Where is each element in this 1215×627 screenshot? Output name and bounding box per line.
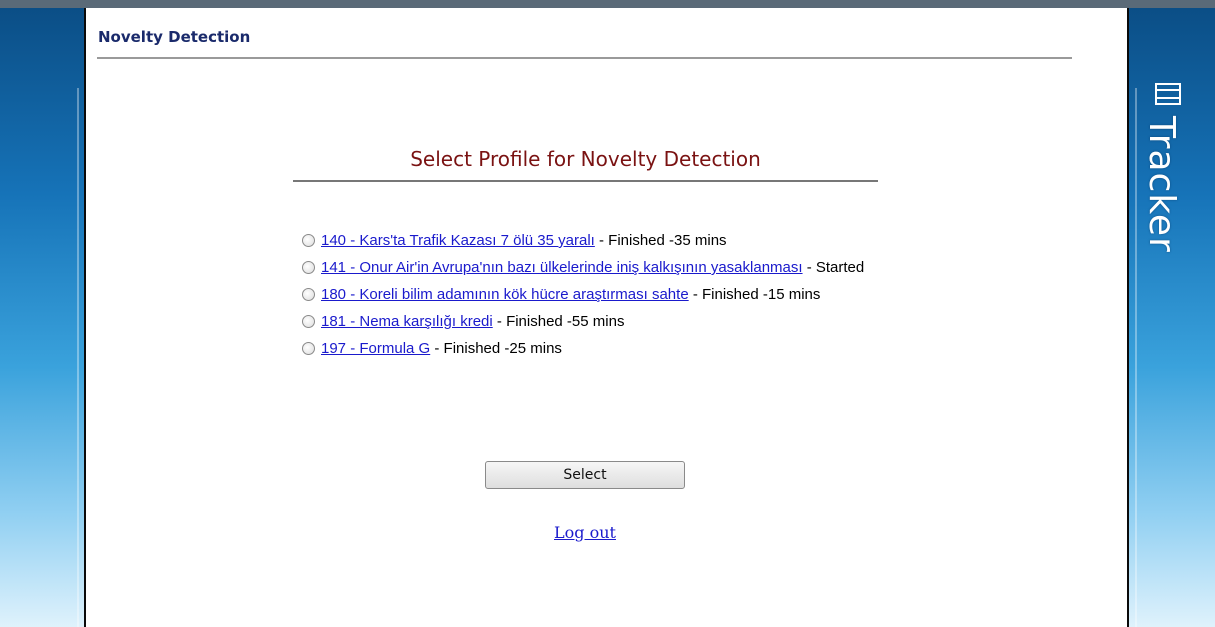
- profile-status: - Finished -25 mins: [430, 340, 562, 357]
- profile-link-197[interactable]: 197 - Formula G: [321, 340, 430, 357]
- profile-link-180[interactable]: 180 - Koreli bilim adamının kök hücre ar…: [321, 286, 689, 303]
- header-divider: [97, 57, 1072, 59]
- window-top-border: [0, 0, 1215, 8]
- page-title: Novelty Detection: [98, 28, 251, 46]
- profile-link-140[interactable]: 140 - Kars'ta Trafik Kazası 7 ölü 35 yar…: [321, 232, 595, 249]
- profile-status: - Finished -35 mins: [594, 232, 727, 249]
- profile-item: 197 - Formula G - Finished -25 mins: [297, 339, 872, 359]
- profile-radio-140[interactable]: [302, 234, 315, 247]
- profile-radio-197[interactable]: [302, 342, 315, 355]
- profile-item: 181 - Nema karşılığı kredi - Finished -5…: [297, 312, 872, 332]
- brand-logo: Tracker: [1141, 82, 1184, 282]
- profile-radio-180[interactable]: [302, 288, 315, 301]
- profile-status: - Finished -55 mins: [492, 313, 625, 330]
- profile-radio-181[interactable]: [302, 315, 315, 328]
- profile-status: - Finished -15 mins: [688, 286, 821, 303]
- profile-list: 140 - Kars'ta Trafik Kazası 7 ölü 35 yar…: [297, 231, 872, 366]
- profile-link-141[interactable]: 141 - Onur Air'in Avrupa'nın bazı ülkele…: [321, 259, 803, 276]
- left-decorative-panel: [0, 8, 86, 627]
- brand-name: Tracker: [1141, 116, 1182, 253]
- left-panel-stripe: [77, 88, 79, 627]
- select-button[interactable]: Select: [485, 461, 685, 489]
- e-logo-icon: [1155, 83, 1181, 105]
- section-divider: [293, 180, 878, 182]
- profile-radio-141[interactable]: [302, 261, 315, 274]
- profile-link-181[interactable]: 181 - Nema karşılığı kredi: [321, 313, 493, 330]
- profile-item: 141 - Onur Air'in Avrupa'nın bazı ülkele…: [297, 258, 872, 278]
- logout-link[interactable]: Log out: [485, 523, 685, 542]
- right-panel-stripe: [1135, 88, 1137, 627]
- profile-item: 180 - Koreli bilim adamının kök hücre ar…: [297, 285, 872, 305]
- profile-item: 140 - Kars'ta Trafik Kazası 7 ölü 35 yar…: [297, 231, 872, 251]
- profile-status: - Started: [802, 259, 865, 276]
- section-title: Select Profile for Novelty Detection: [410, 147, 761, 171]
